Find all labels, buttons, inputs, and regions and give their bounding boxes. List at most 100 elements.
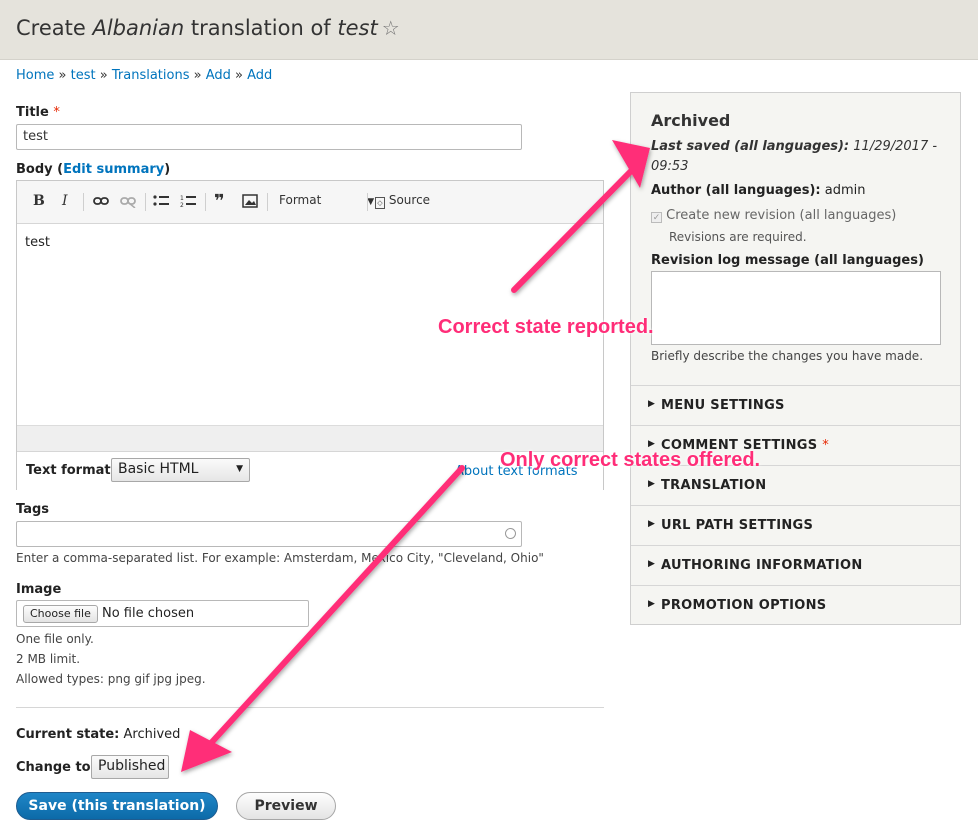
breadcrumb-separator: » — [235, 68, 243, 83]
no-file-text: No file chosen — [102, 606, 195, 621]
title-node: test — [337, 16, 378, 40]
sidebar-section-promotion-options[interactable]: ▶ PROMOTION OPTIONS — [631, 585, 960, 625]
image-help-count: One file only. — [16, 632, 94, 646]
section-label: PROMOTION OPTIONS — [661, 598, 827, 613]
bold-button[interactable]: B — [33, 193, 45, 209]
section-label: URL PATH SETTINGS — [661, 518, 814, 533]
save-button[interactable]: Save (this translation) — [16, 792, 218, 820]
triangle-right-icon: ▶ — [648, 399, 656, 409]
svg-text:2: 2 — [180, 202, 184, 208]
svg-text:1: 1 — [180, 195, 184, 202]
title-label: Title * — [16, 105, 60, 120]
annotation-correct-state: Correct state reported. — [438, 316, 654, 338]
author: Author (all languages): admin — [651, 183, 866, 198]
image-help-size: 2 MB limit. — [16, 652, 81, 666]
last-saved-label: Last saved (all languages): — [651, 139, 850, 154]
breadcrumb-translations[interactable]: Translations — [112, 68, 190, 83]
revision-log-textarea[interactable] — [651, 271, 941, 345]
toolbar-separator — [267, 193, 268, 211]
breadcrumb-add-2[interactable]: Add — [247, 68, 272, 83]
title-label-text: Title — [16, 105, 49, 120]
new-revision-checkbox[interactable]: ✓ — [651, 212, 662, 223]
revision-log-label: Revision log message (all languages) — [651, 253, 924, 268]
editor-content[interactable]: test — [25, 235, 50, 250]
choose-file-button[interactable]: Choose file — [23, 605, 98, 623]
divider — [16, 707, 604, 708]
revision-log-help: Briefly describe the changes you have ma… — [651, 349, 924, 363]
sidebar-section-authoring-information[interactable]: ▶ AUTHORING INFORMATION — [631, 545, 960, 585]
author-value: admin — [824, 183, 866, 198]
section-label: MENU SETTINGS — [661, 398, 785, 413]
required-marker: * — [822, 438, 830, 453]
breadcrumb-separator: » — [99, 68, 108, 83]
toolbar-separator — [205, 193, 206, 211]
numbered-list-icon[interactable]: 12 — [180, 194, 196, 212]
toolbar-separator — [83, 193, 84, 211]
star-icon[interactable]: ☆ — [382, 16, 400, 40]
toolbar-separator — [367, 193, 368, 211]
breadcrumb: Home » test » Translations » Add » Add — [16, 68, 272, 83]
author-label: Author (all languages): — [651, 183, 821, 198]
triangle-right-icon: ▶ — [648, 559, 656, 569]
title-prefix: Create — [16, 16, 93, 40]
breadcrumb-home[interactable]: Home — [16, 68, 54, 83]
text-format-select[interactable]: Basic HTML ▼ — [111, 458, 250, 482]
breadcrumb-add[interactable]: Add — [206, 68, 231, 83]
body-label: Body (Edit summary) — [16, 162, 171, 177]
source-icon: ◇ — [375, 197, 385, 209]
editor-toolbar: B I 12 ❞ Format ▼ ◇ Source — [17, 181, 603, 224]
breadcrumb-separator: » — [58, 68, 67, 83]
section-label: TRANSLATION — [661, 478, 767, 493]
edit-summary-link[interactable]: Edit summary — [63, 162, 164, 177]
breadcrumb-separator: » — [193, 68, 202, 83]
status-heading: Archived — [651, 111, 731, 130]
autocomplete-throbber-icon — [505, 528, 516, 539]
current-state: Current state: Archived — [16, 727, 180, 742]
image-icon[interactable] — [242, 194, 258, 212]
image-file-input[interactable]: Choose file No file chosen — [16, 600, 309, 627]
chevron-down-icon: ▼ — [367, 197, 375, 207]
format-dropdown[interactable]: Format ▼ — [279, 193, 374, 207]
tags-description: Enter a comma-separated list. For exampl… — [16, 551, 544, 565]
title-language: Albanian — [92, 16, 185, 40]
link-icon[interactable] — [93, 194, 109, 212]
source-button[interactable]: ◇ Source — [375, 193, 430, 209]
annotation-correct-states-offered: Only correct states offered. — [500, 449, 761, 471]
triangle-right-icon: ▶ — [648, 479, 656, 489]
change-to-select[interactable]: Published — [91, 755, 169, 779]
title-input[interactable]: test — [16, 124, 522, 150]
source-label: Source — [388, 193, 431, 207]
image-help-types: Allowed types: png gif jpg jpeg. — [16, 672, 206, 686]
text-format-label: Text format — [26, 463, 111, 478]
italic-button[interactable]: I — [62, 193, 68, 209]
title-middle: translation of — [184, 16, 338, 40]
page-title: Create Albanian translation of test ☆ — [16, 16, 400, 40]
triangle-right-icon: ▶ — [648, 599, 656, 609]
last-saved: Last saved (all languages): 11/29/2017 -… — [651, 137, 941, 177]
required-marker: * — [53, 105, 60, 120]
bulleted-list-icon[interactable] — [153, 194, 169, 212]
current-state-value: Archived — [123, 727, 181, 742]
blockquote-icon[interactable]: ❞ — [214, 191, 225, 212]
change-to-label: Change to: — [16, 760, 96, 775]
new-revision-label: Create new revision (all languages) — [666, 208, 897, 223]
page-header: Create Albanian translation of test ☆ — [0, 0, 978, 60]
chevron-down-icon: ▼ — [236, 464, 243, 474]
toolbar-separator — [145, 193, 146, 211]
current-state-label: Current state: — [16, 727, 120, 742]
tags-input[interactable] — [16, 521, 522, 547]
editor-status-bar — [17, 425, 603, 451]
image-label: Image — [16, 582, 62, 597]
breadcrumb-test[interactable]: test — [71, 68, 96, 83]
sidebar-section-url-path-settings[interactable]: ▶ URL PATH SETTINGS — [631, 505, 960, 545]
entity-meta: Archived Last saved (all languages): 11/… — [631, 93, 960, 384]
triangle-right-icon: ▶ — [648, 439, 656, 449]
preview-button[interactable]: Preview — [236, 792, 336, 820]
section-label: AUTHORING INFORMATION — [661, 558, 863, 573]
triangle-right-icon: ▶ — [648, 519, 656, 529]
text-format-value: Basic HTML — [118, 461, 199, 477]
sidebar-section-menu-settings[interactable]: ▶ MENU SETTINGS — [631, 385, 960, 425]
unlink-icon[interactable] — [120, 194, 136, 212]
format-label: Format — [279, 193, 322, 207]
body-label-text: Body — [16, 162, 53, 177]
